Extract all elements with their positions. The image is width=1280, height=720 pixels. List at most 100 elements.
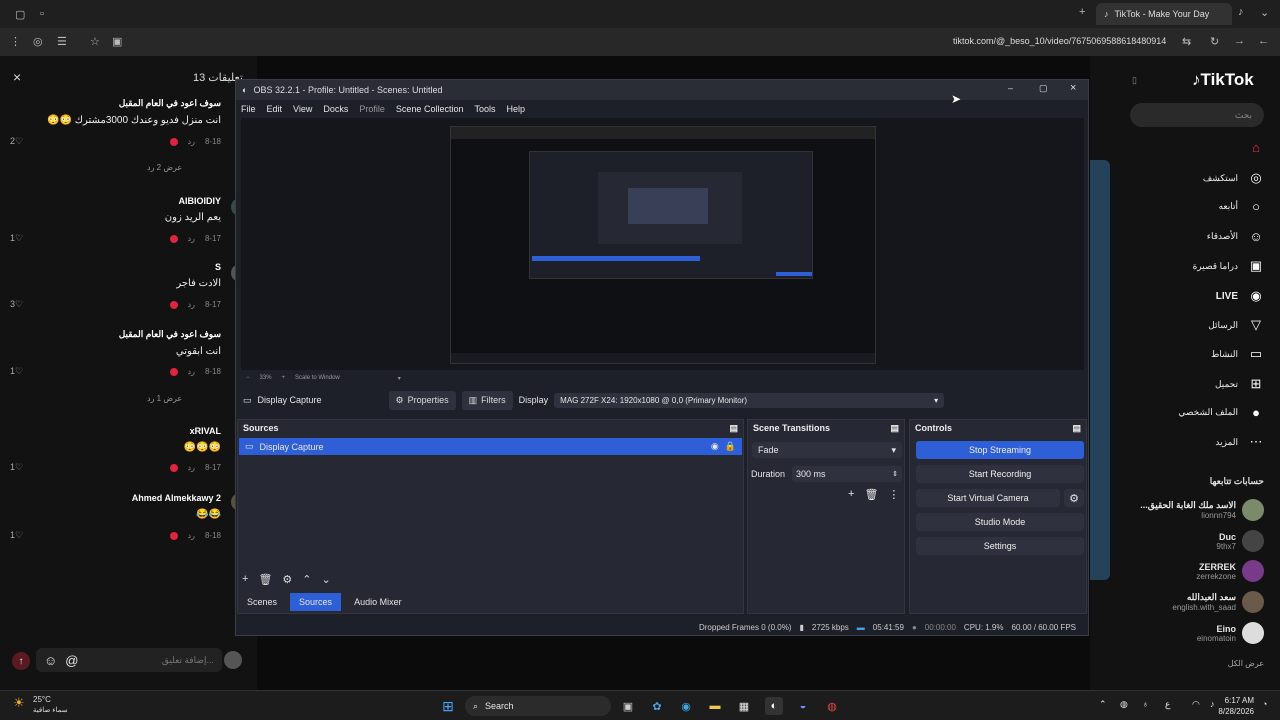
menu-profile[interactable]: Profile — [359, 104, 385, 114]
source-item[interactable]: ▭ Display Capture ◉ 🔒 — [239, 438, 742, 455]
user-avatar[interactable] — [224, 651, 242, 669]
minimize-icon[interactable]: – — [1008, 83, 1013, 93]
notification-icon[interactable]: ◔ — [1262, 699, 1267, 709]
emoji-icon[interactable]: ☺ — [44, 653, 57, 668]
url-text[interactable]: tiktok.com/@_beso_10/video/7675069588618… — [953, 36, 1166, 46]
menu-icon[interactable]: ⋮ — [10, 35, 21, 48]
search-input[interactable]: بحث — [1130, 103, 1264, 127]
transition-select[interactable]: Fade ▾ — [752, 442, 902, 458]
close-icon[interactable]: × — [1070, 82, 1076, 94]
start-virtual-camera-button[interactable]: Start Virtual Camera — [916, 489, 1060, 507]
edge-icon[interactable]: ◉ — [677, 697, 695, 715]
tab-audio-mixer[interactable]: Audio Mixer — [345, 593, 411, 611]
gear-icon[interactable]: ⚙ — [282, 573, 292, 586]
tab-search-icon[interactable]: ⌄ — [1260, 6, 1269, 19]
menu-tools[interactable]: Tools — [474, 104, 495, 114]
nav-live[interactable]: ◉ LIVE — [1216, 288, 1264, 304]
maximize-icon[interactable]: ▢ — [1039, 83, 1048, 94]
reload-icon[interactable]: ↻ — [1210, 35, 1219, 48]
post-comment-button[interactable]: ↑ — [12, 652, 30, 670]
window-icon[interactable]: ▢ — [15, 8, 25, 21]
wifi-icon[interactable]: ◠ — [1192, 699, 1200, 710]
zoom-in-icon[interactable]: + — [282, 375, 286, 381]
tab-icon[interactable]: ▫ — [40, 8, 44, 20]
nav-profile[interactable]: ● الملف الشخصي — [1178, 405, 1264, 420]
new-tab-icon[interactable]: + — [1079, 6, 1085, 18]
volume-icon[interactable]: ♪ — [1210, 699, 1215, 709]
like-count[interactable]: 1♡ — [10, 366, 23, 377]
chevron-up-icon[interactable]: ⌃ — [1099, 699, 1107, 710]
nav-home[interactable]: ⌂ — [1238, 140, 1264, 155]
move-down-icon[interactable]: ⌄ — [322, 573, 331, 586]
preview-area[interactable] — [241, 118, 1084, 370]
properties-button[interactable]: ⚙ Properties — [388, 390, 456, 410]
menu-docks[interactable]: Docks — [323, 104, 348, 114]
collapse-icon[interactable]: ▯ — [1132, 75, 1137, 86]
following-account[interactable]: Eino einomatoin — [1197, 622, 1264, 644]
visibility-eye-icon[interactable]: ◉ — [711, 441, 719, 452]
taskbar-search[interactable]: ⌕ Search — [465, 696, 611, 716]
site-info-icon[interactable]: ⇆ — [1182, 35, 1191, 48]
following-account[interactable]: Duc 9thx7 — [1216, 530, 1264, 552]
duration-stepper[interactable]: 300 ms ⇕ — [792, 466, 902, 482]
nav-activity[interactable]: ▭ النشاط — [1211, 346, 1264, 362]
copilot-icon[interactable]: ✿ — [648, 697, 666, 715]
comment-input[interactable]: ☺ @ إضافة تعليق... — [36, 648, 222, 672]
chrome-icon[interactable]: ◍ — [823, 697, 841, 715]
tiktok-app-icon[interactable]: ♪ — [1238, 6, 1244, 18]
store-icon[interactable]: ▦ — [735, 697, 753, 715]
filters-button[interactable]: ▥ Filters — [461, 390, 513, 410]
following-account[interactable]: سعد العبدالله english.with_saad — [1172, 591, 1264, 613]
show-all-link[interactable]: عرض الكل — [1228, 659, 1264, 668]
close-comments-icon[interactable]: × — [13, 69, 21, 85]
chevron-down-icon[interactable]: ▾ — [398, 375, 401, 382]
language-icon[interactable]: ع — [1165, 699, 1170, 710]
following-account[interactable]: الاسد ملك الغابة الحقيق... lionnn794 — [1140, 499, 1264, 521]
start-icon[interactable]: ⊞ — [439, 697, 457, 715]
tab-tiktok[interactable]: ♪ TikTok - Make Your Day — [1096, 3, 1232, 25]
settings-button[interactable]: Settings — [916, 537, 1084, 555]
nav-messages[interactable]: ▽ الرسائل — [1208, 317, 1264, 333]
nav-upload[interactable]: ⊞ تحميل — [1215, 376, 1264, 392]
trash-icon[interactable]: 🗑 — [864, 488, 878, 501]
microphone-icon[interactable]: ♁ — [1142, 699, 1149, 709]
tiktok-logo[interactable]: ♪TikTok — [1192, 70, 1254, 90]
nav-following[interactable]: ○ أتابعه — [1219, 199, 1264, 214]
menu-help[interactable]: Help — [506, 104, 525, 114]
trash-icon[interactable]: 🗑 — [258, 573, 272, 586]
undock-icon[interactable]: ▤ — [890, 423, 899, 433]
file-explorer-icon[interactable]: ▬ — [706, 697, 724, 715]
bookmark-star-icon[interactable]: ☆ — [90, 35, 100, 48]
view-replies[interactable]: عرض 1 رد — [147, 394, 182, 403]
stop-streaming-button[interactable]: Stop Streaming — [916, 441, 1084, 459]
back-icon[interactable]: ← — [1258, 35, 1269, 47]
start-recording-button[interactable]: Start Recording — [916, 465, 1084, 483]
nav-drama[interactable]: ▣ دراما قصيرة — [1193, 258, 1264, 274]
weather-widget[interactable]: ☀ 25°C سماء صافية — [13, 694, 68, 716]
tab-scenes[interactable]: Scenes — [238, 593, 286, 611]
tab-sources[interactable]: Sources — [290, 593, 342, 611]
obs-taskbar-icon[interactable]: ◐ — [765, 697, 783, 715]
undock-icon[interactable]: ▤ — [1072, 423, 1081, 433]
like-count[interactable]: 3♡ — [10, 299, 23, 310]
discord-icon[interactable]: ◒ — [794, 697, 812, 715]
following-account[interactable]: ZERREK zerrekzone — [1196, 560, 1264, 582]
display-select[interactable]: MAG 272F X24: 1920x1080 @ 0,0 (Primary M… — [554, 392, 945, 408]
move-up-icon[interactable]: ⌃ — [302, 573, 311, 586]
add-icon[interactable]: + — [848, 488, 854, 501]
more-vertical-icon[interactable]: ⋮ — [888, 488, 899, 501]
reading-list-icon[interactable]: ☰ — [57, 35, 67, 48]
menu-file[interactable]: File — [241, 104, 256, 114]
nav-friends[interactable]: ☺ الأصدقاء — [1207, 229, 1264, 244]
nav-explore[interactable]: ◎ استكشف — [1203, 170, 1264, 186]
gear-icon[interactable]: ⚙ — [1064, 489, 1084, 507]
lock-icon[interactable]: 🔒 — [725, 441, 736, 452]
task-view-icon[interactable]: ▣ — [619, 697, 637, 715]
extension-icon[interactable]: ◎ — [33, 35, 43, 48]
like-count[interactable]: 2♡ — [10, 136, 23, 147]
undock-icon[interactable]: ▤ — [729, 423, 738, 433]
clock[interactable]: 6:17 AM 8/28/2026 — [1218, 695, 1254, 717]
nav-more[interactable]: ⋯ المزيد — [1215, 434, 1264, 450]
menu-view[interactable]: View — [293, 104, 312, 114]
studio-mode-button[interactable]: Studio Mode — [916, 513, 1084, 531]
